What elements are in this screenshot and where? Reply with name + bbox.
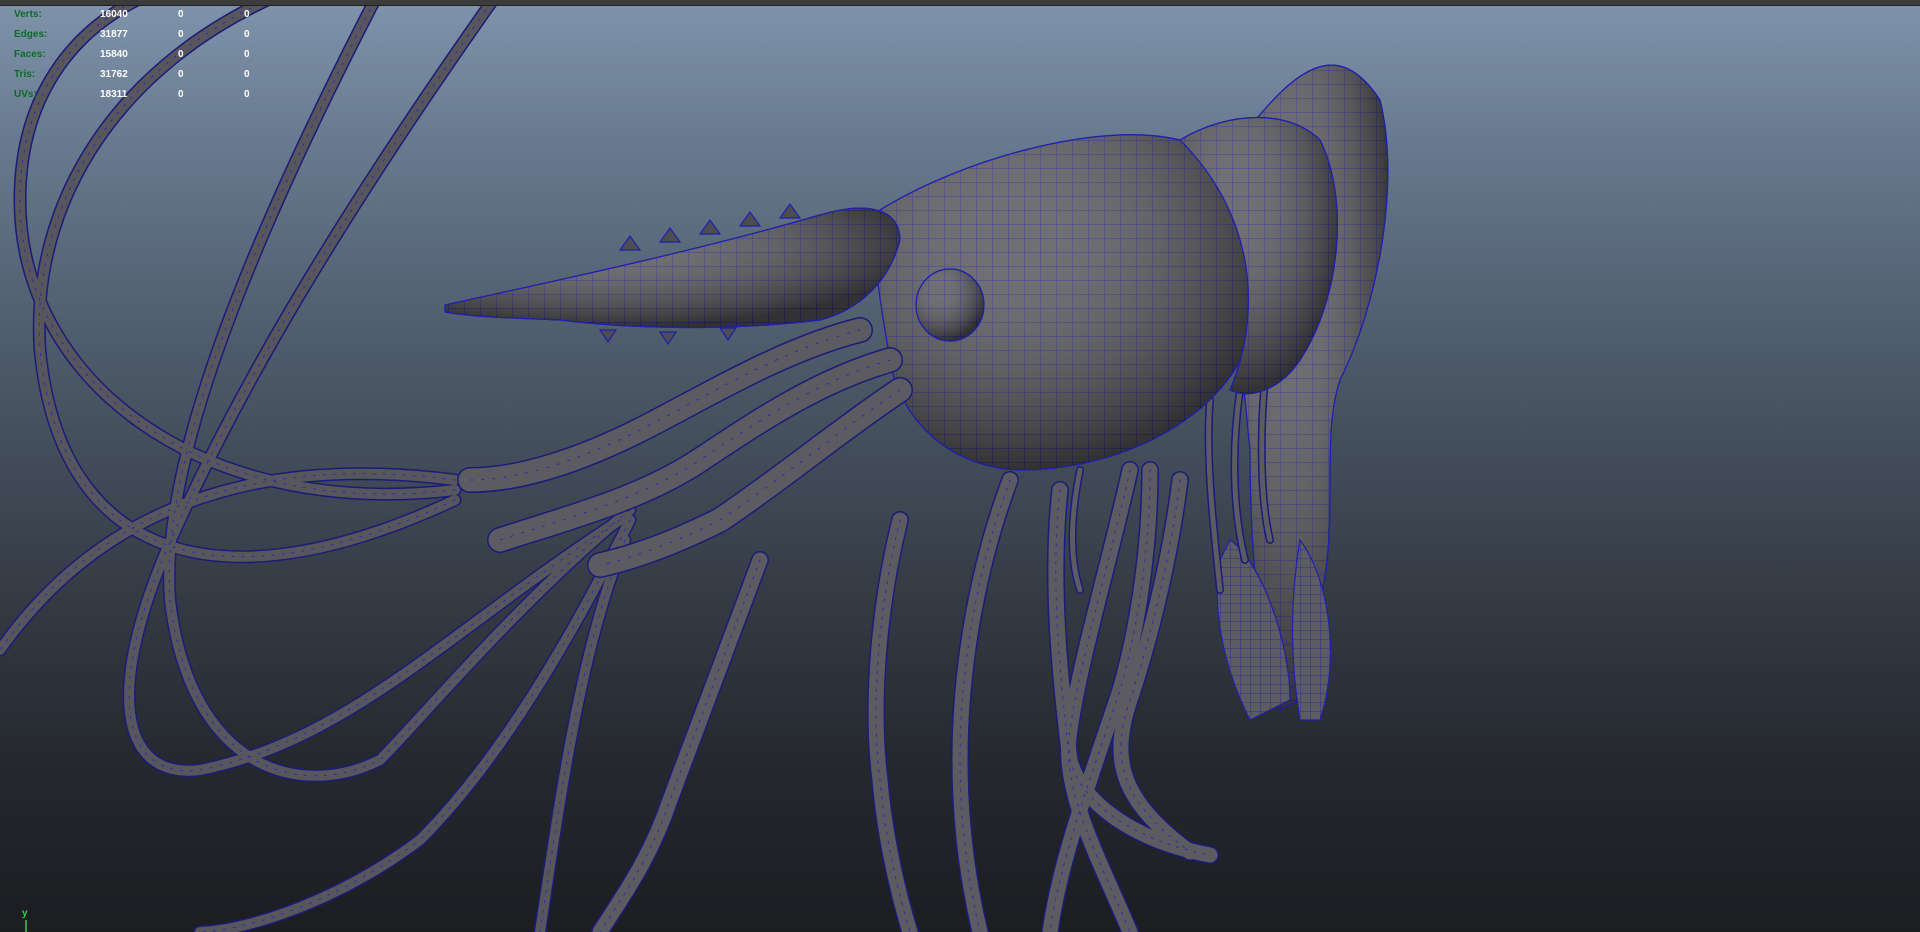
viewport-toolbar[interactable] bbox=[0, 0, 1920, 6]
poly-count-hud: Verts: 16040 0 0 Edges: 31877 0 0 Faces:… bbox=[14, 5, 284, 105]
hud-label: Tris: bbox=[14, 69, 36, 80]
hud-selected: 0 bbox=[178, 49, 184, 60]
hud-selected: 0 bbox=[178, 9, 184, 20]
y-axis-label: y bbox=[22, 908, 28, 919]
hud-label: Faces: bbox=[14, 49, 46, 60]
mouthparts bbox=[457, 317, 913, 578]
hud-selected: 0 bbox=[178, 69, 184, 80]
eye bbox=[915, 268, 985, 342]
rostrum bbox=[444, 202, 901, 346]
hud-components: 0 bbox=[244, 89, 250, 100]
shrimp-model[interactable] bbox=[0, 0, 1920, 932]
hud-row-uvs: UVs: 18311 0 0 bbox=[14, 85, 284, 105]
hud-label: Verts: bbox=[14, 9, 42, 20]
hud-row-tris: Tris: 31762 0 0 bbox=[14, 65, 284, 85]
hud-total: 15840 bbox=[100, 49, 128, 60]
hud-row-faces: Faces: 15840 0 0 bbox=[14, 45, 284, 65]
hud-components: 0 bbox=[244, 49, 250, 60]
hud-row-edges: Edges: 31877 0 0 bbox=[14, 25, 284, 45]
hud-selected: 0 bbox=[178, 29, 184, 40]
3d-viewport[interactable]: Verts: 16040 0 0 Edges: 31877 0 0 Faces:… bbox=[0, 0, 1920, 932]
axis-gizmo: y bbox=[18, 908, 48, 932]
hud-components: 0 bbox=[244, 9, 250, 20]
hud-total: 31877 bbox=[100, 29, 128, 40]
hud-total: 31762 bbox=[100, 69, 128, 80]
hud-components: 0 bbox=[244, 29, 250, 40]
hud-total: 18311 bbox=[100, 89, 128, 100]
hud-components: 0 bbox=[244, 69, 250, 80]
hud-row-verts: Verts: 16040 0 0 bbox=[14, 5, 284, 25]
hud-label: Edges: bbox=[14, 29, 48, 40]
hud-label: UVs: bbox=[14, 89, 37, 100]
hud-total: 16040 bbox=[100, 9, 128, 20]
hud-selected: 0 bbox=[178, 89, 184, 100]
